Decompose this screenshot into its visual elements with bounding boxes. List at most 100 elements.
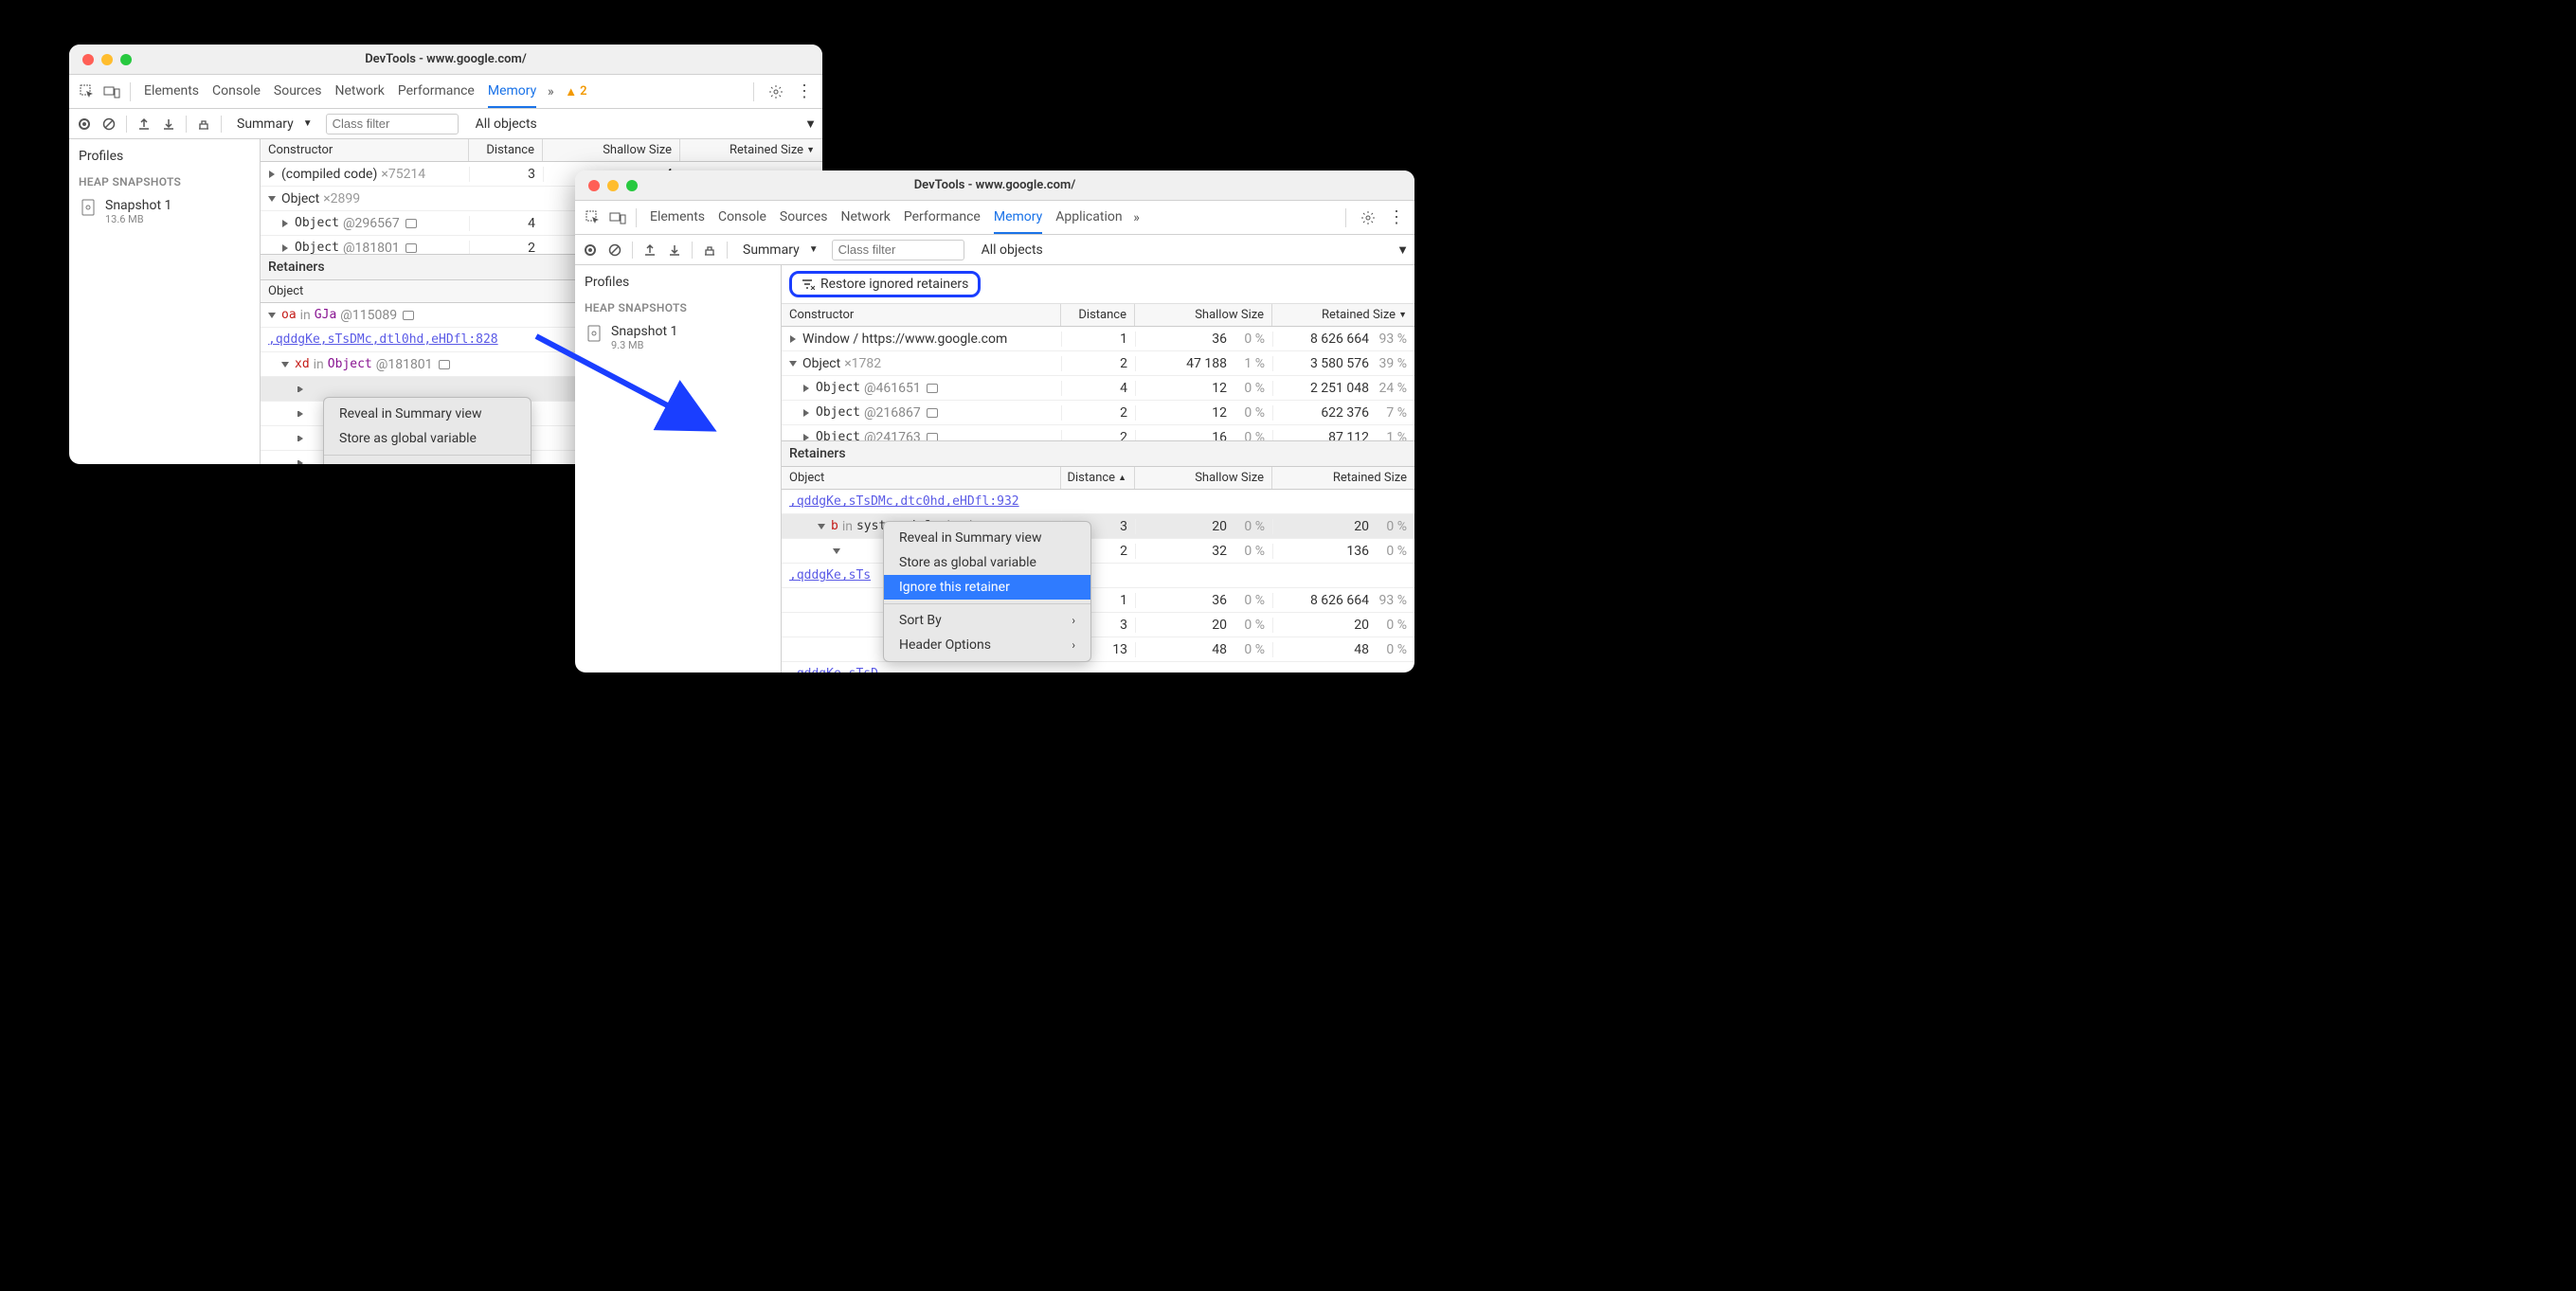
table-row[interactable]: Object @461651 4120 %2 251 04824 % [782,376,1414,401]
table-row[interactable]: 13480 %480 % [782,637,1414,662]
view-mode-select[interactable]: Summary▼ [229,117,320,132]
col-shallow[interactable]: Shallow Size [1135,304,1272,326]
source-link[interactable]: ,qddgKe,sTsD [789,667,878,672]
tab-console[interactable]: Console [718,202,766,234]
more-tabs-icon[interactable]: » [1126,207,1147,228]
source-link[interactable]: ,qddgKe,sTs [789,568,871,583]
col-constructor[interactable]: Constructor [261,139,469,161]
minimize-icon[interactable] [101,54,113,65]
snapshot-item[interactable]: Snapshot 1 9.3 MB [585,320,771,355]
retainers-title: Retainers [782,440,1414,467]
element-icon [927,384,938,393]
table-row[interactable]: Object @216867 2120 %622 3767 % [782,401,1414,425]
snapshot-item[interactable]: Snapshot 1 13.6 MB [79,194,250,229]
tab-network[interactable]: Network [841,202,891,234]
table-row[interactable]: Object ×1782247 1881 %3 580 57639 % [782,351,1414,376]
col-shallow[interactable]: Shallow Size [543,139,680,161]
table-row[interactable]: Object @241763 2160 %87 1121 % [782,425,1414,440]
gc-icon[interactable] [194,115,213,134]
constructors-body: Window / https://www.google.com1360 %8 6… [782,327,1414,440]
scope-caret-icon[interactable]: ▼ [804,117,817,132]
col-constructor[interactable]: Constructor [782,304,1061,326]
tab-performance[interactable]: Performance [398,76,475,108]
table-row[interactable]: ,qddgKe,sTs [782,564,1414,588]
window-title: DevTools - www.google.com/ [575,178,1414,192]
source-link[interactable]: ,qddgKe,sTsDMc,dtl0hd,eHDfl:828 [268,332,498,347]
table-row[interactable]: 2320 %1360 % [782,539,1414,564]
table-row[interactable]: Window / https://www.google.com1360 %8 6… [782,327,1414,351]
record-icon[interactable] [581,241,600,260]
element-icon [405,219,417,228]
tab-network[interactable]: Network [335,76,385,108]
col-distance[interactable]: Distance▲ [1061,467,1135,489]
gear-icon[interactable] [766,81,786,102]
gear-icon[interactable] [1358,207,1378,228]
profiles-sidebar: Profiles HEAP SNAPSHOTS Snapshot 1 9.3 M… [575,265,782,672]
objects-scope-select[interactable]: All objects [468,117,545,132]
more-tabs-icon[interactable]: » [540,81,561,102]
gc-icon[interactable] [700,241,719,260]
col-retained[interactable]: Retained Size▼ [680,139,822,161]
fullscreen-icon[interactable] [120,54,132,65]
tab-memory[interactable]: Memory [994,202,1042,234]
import-icon[interactable] [665,241,684,260]
close-icon[interactable] [82,54,94,65]
class-filter-input[interactable] [832,240,964,260]
table-row[interactable]: ,qddgKe,sTsD [782,662,1414,672]
ctx-header[interactable]: Header Options› [884,633,1090,657]
table-row[interactable]: 3200 %200 % [782,613,1414,637]
tab-memory[interactable]: Memory [488,76,536,108]
ctx-sort[interactable]: Sort By› [324,459,531,464]
profiles-heading: Profiles [79,149,250,164]
export-icon[interactable] [135,115,153,134]
view-mode-select[interactable]: Summary▼ [735,242,826,258]
snapshot-size: 13.6 MB [105,213,171,225]
kebab-icon[interactable]: ⋮ [1386,207,1407,228]
tab-console[interactable]: Console [212,76,261,108]
table-row[interactable]: 1360 %8 626 66493 % [782,588,1414,613]
clear-icon[interactable] [99,115,118,134]
col-distance[interactable]: Distance [469,139,543,161]
titlebar: DevTools - www.google.com/ [69,45,822,75]
kebab-icon[interactable]: ⋮ [794,81,815,102]
ctx-store[interactable]: Store as global variable [884,550,1090,575]
export-icon[interactable] [640,241,659,260]
tab-sources[interactable]: Sources [780,202,828,234]
col-retained[interactable]: Retained Size [1272,467,1414,489]
tab-elements[interactable]: Elements [144,76,199,108]
col-object[interactable]: Object [782,467,1061,489]
minimize-icon[interactable] [607,180,619,191]
device-toggle-icon[interactable] [607,207,628,228]
ctx-reveal[interactable]: Reveal in Summary view [884,526,1090,550]
ctx-store[interactable]: Store as global variable [324,426,531,451]
inspect-icon[interactable] [77,81,98,102]
table-row[interactable]: ,qddgKe,sTsDMc,dtc0hd,eHDfl:932 [782,490,1414,514]
scope-caret-icon[interactable]: ▼ [1396,242,1409,258]
device-toggle-icon[interactable] [101,81,122,102]
record-icon[interactable] [75,115,94,134]
col-retained[interactable]: Retained Size▼ [1272,304,1414,326]
element-icon [439,360,450,369]
close-icon[interactable] [588,180,600,191]
ctx-sort[interactable]: Sort By› [884,608,1090,633]
table-row[interactable]: b in system / Context3200 %200 % [782,514,1414,539]
clear-icon[interactable] [605,241,624,260]
tab-elements[interactable]: Elements [650,202,705,234]
tab-application[interactable]: Application [1055,202,1122,234]
inspect-icon[interactable] [583,207,603,228]
tab-sources[interactable]: Sources [274,76,322,108]
objects-scope-select[interactable]: All objects [974,242,1051,258]
main-pane: Restore ignored retainers Constructor Di… [782,265,1414,672]
class-filter-input[interactable] [326,114,459,134]
warnings-badge[interactable]: ▲ 2 [565,84,586,99]
ctx-reveal[interactable]: Reveal in Summary view [324,402,531,426]
tab-performance[interactable]: Performance [904,202,981,234]
source-link[interactable]: ,qddgKe,sTsDMc,dtc0hd,eHDfl:932 [789,494,1019,509]
restore-ignored-retainers-button[interactable]: Restore ignored retainers [789,271,981,297]
col-shallow[interactable]: Shallow Size [1135,467,1272,489]
fullscreen-icon[interactable] [626,180,638,191]
ctx-ignore-retainer[interactable]: Ignore this retainer [884,575,1090,600]
profiles-sidebar: Profiles HEAP SNAPSHOTS Snapshot 1 13.6 … [69,139,261,464]
col-distance[interactable]: Distance [1061,304,1135,326]
import-icon[interactable] [159,115,178,134]
